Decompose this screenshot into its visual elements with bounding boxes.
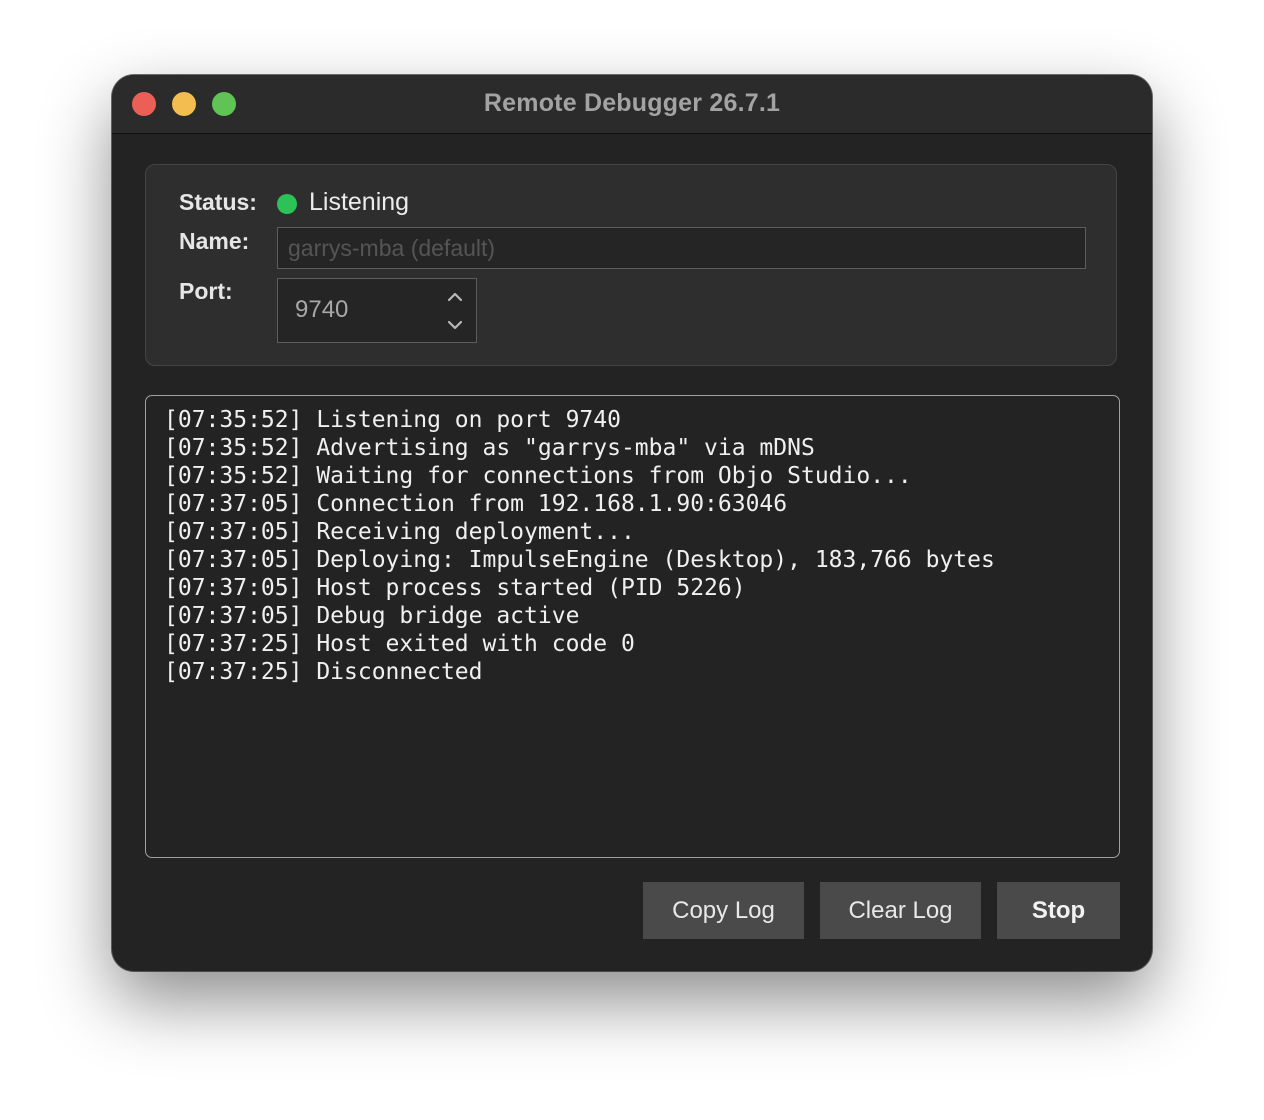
name-field[interactable] (277, 227, 1086, 269)
log-line: [07:37:05] Receiving deployment... (164, 519, 635, 545)
green-dot-icon (277, 194, 297, 214)
log-line: [07:35:52] Listening on port 9740 (164, 407, 621, 433)
settings-panel: Status: Listening Name: Port: 9740 (145, 164, 1117, 366)
log-line: [07:37:25] Disconnected (164, 659, 483, 685)
log-line: [07:37:05] Deploying: ImpulseEngine (Des… (164, 547, 995, 573)
chevron-up-icon[interactable] (444, 286, 466, 308)
port-value[interactable]: 9740 (295, 296, 348, 324)
log-output[interactable]: [07:35:52] Listening on port 9740 [07:35… (145, 395, 1120, 858)
chevron-down-icon[interactable] (444, 314, 466, 336)
window-title: Remote Debugger 26.7.1 (483, 89, 781, 117)
port-label: Port: (179, 278, 233, 304)
copy-log-button[interactable]: Copy Log (643, 882, 804, 939)
log-line: [07:37:25] Host exited with code 0 (164, 631, 635, 657)
clear-log-button[interactable]: Clear Log (820, 882, 981, 939)
log-line: [07:35:52] Advertising as "garrys-mba" v… (164, 435, 815, 461)
log-line: [07:37:05] Connection from 192.168.1.90:… (164, 491, 788, 517)
port-stepper[interactable]: 9740 (277, 278, 477, 343)
title-bar[interactable]: Remote Debugger 26.7.1 (112, 75, 1152, 134)
stop-button[interactable]: Stop (997, 882, 1120, 939)
status-label: Status: (179, 189, 257, 215)
name-label: Name: (179, 228, 250, 254)
remote-debugger-window: Remote Debugger 26.7.1 Status: Listening… (112, 75, 1152, 971)
log-line: [07:37:05] Host process started (PID 522… (164, 575, 746, 601)
log-line: [07:35:52] Waiting for connections from … (164, 463, 912, 489)
status-value: Listening (309, 188, 410, 216)
log-line: [07:37:05] Debug bridge active (164, 603, 580, 629)
